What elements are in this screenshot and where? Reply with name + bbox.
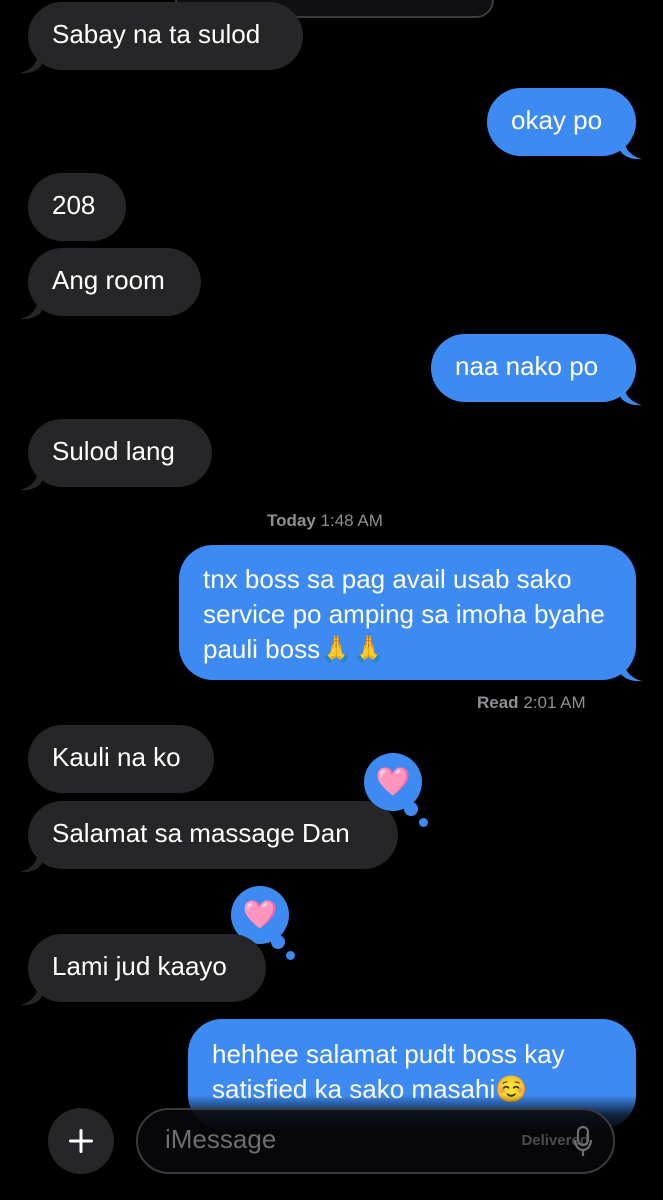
outgoing-message[interactable]: naa nako po [431,334,636,402]
conversation-timestamp: Today 1:48 AM [267,511,383,531]
message-text: Sabay na ta sulod [52,19,261,49]
message-text: tnx boss sa pag avail usab sako service … [203,564,605,664]
plus-icon [69,1129,93,1153]
tapback-tail-dot [404,802,418,816]
bubble-tail [620,138,642,160]
bubble-tail [20,469,42,491]
tapback-tail-dot [271,935,285,949]
bubble-tail [20,851,42,873]
incoming-message[interactable]: Ang room [28,248,201,316]
outgoing-message[interactable]: okay po [487,88,636,156]
incoming-message[interactable]: Kauli na ko [28,725,214,793]
message-text: Kauli na ko [52,742,181,772]
message-text: 208 [52,190,96,220]
outgoing-message[interactable]: tnx boss sa pag avail usab sako service … [179,545,636,680]
heart-icon: 🩷 [242,899,278,930]
message-text: Salamat sa massage Dan [52,818,350,848]
message-text: Ang room [52,265,165,295]
incoming-message[interactable]: Sabay na ta sulod [28,2,303,70]
message-text: Sulod lang [52,436,175,466]
message-text: naa nako po [455,351,599,381]
tapback-tail-dot [419,818,428,827]
bubble-tail [620,384,642,406]
read-receipt: Read 2:01 AM [477,693,586,713]
bubble-tail [20,984,42,1006]
bubble-tail [20,298,42,320]
incoming-message[interactable]: Salamat sa massage Dan [28,801,398,869]
message-text: okay po [511,105,603,135]
bubble-tail [620,660,642,682]
read-time: 2:01 AM [523,693,586,712]
tapback-tail-dot [286,951,295,960]
incoming-message[interactable]: Sulod lang [28,419,212,487]
bubble-tail [20,52,42,74]
message-input[interactable]: iMessage Delivered [136,1108,615,1174]
heart-icon: 🩷 [375,766,411,797]
incoming-message[interactable]: Lami jud kaayo [28,934,266,1002]
timestamp-day: Today [267,511,316,530]
incoming-message[interactable]: 208 [28,173,126,241]
add-attachment-button[interactable] [48,1108,114,1174]
timestamp-time: 1:48 AM [320,511,383,530]
input-placeholder: iMessage [165,1124,277,1154]
read-label: Read [477,693,519,712]
message-text: Lami jud kaayo [52,951,227,981]
microphone-icon[interactable] [573,1126,593,1158]
